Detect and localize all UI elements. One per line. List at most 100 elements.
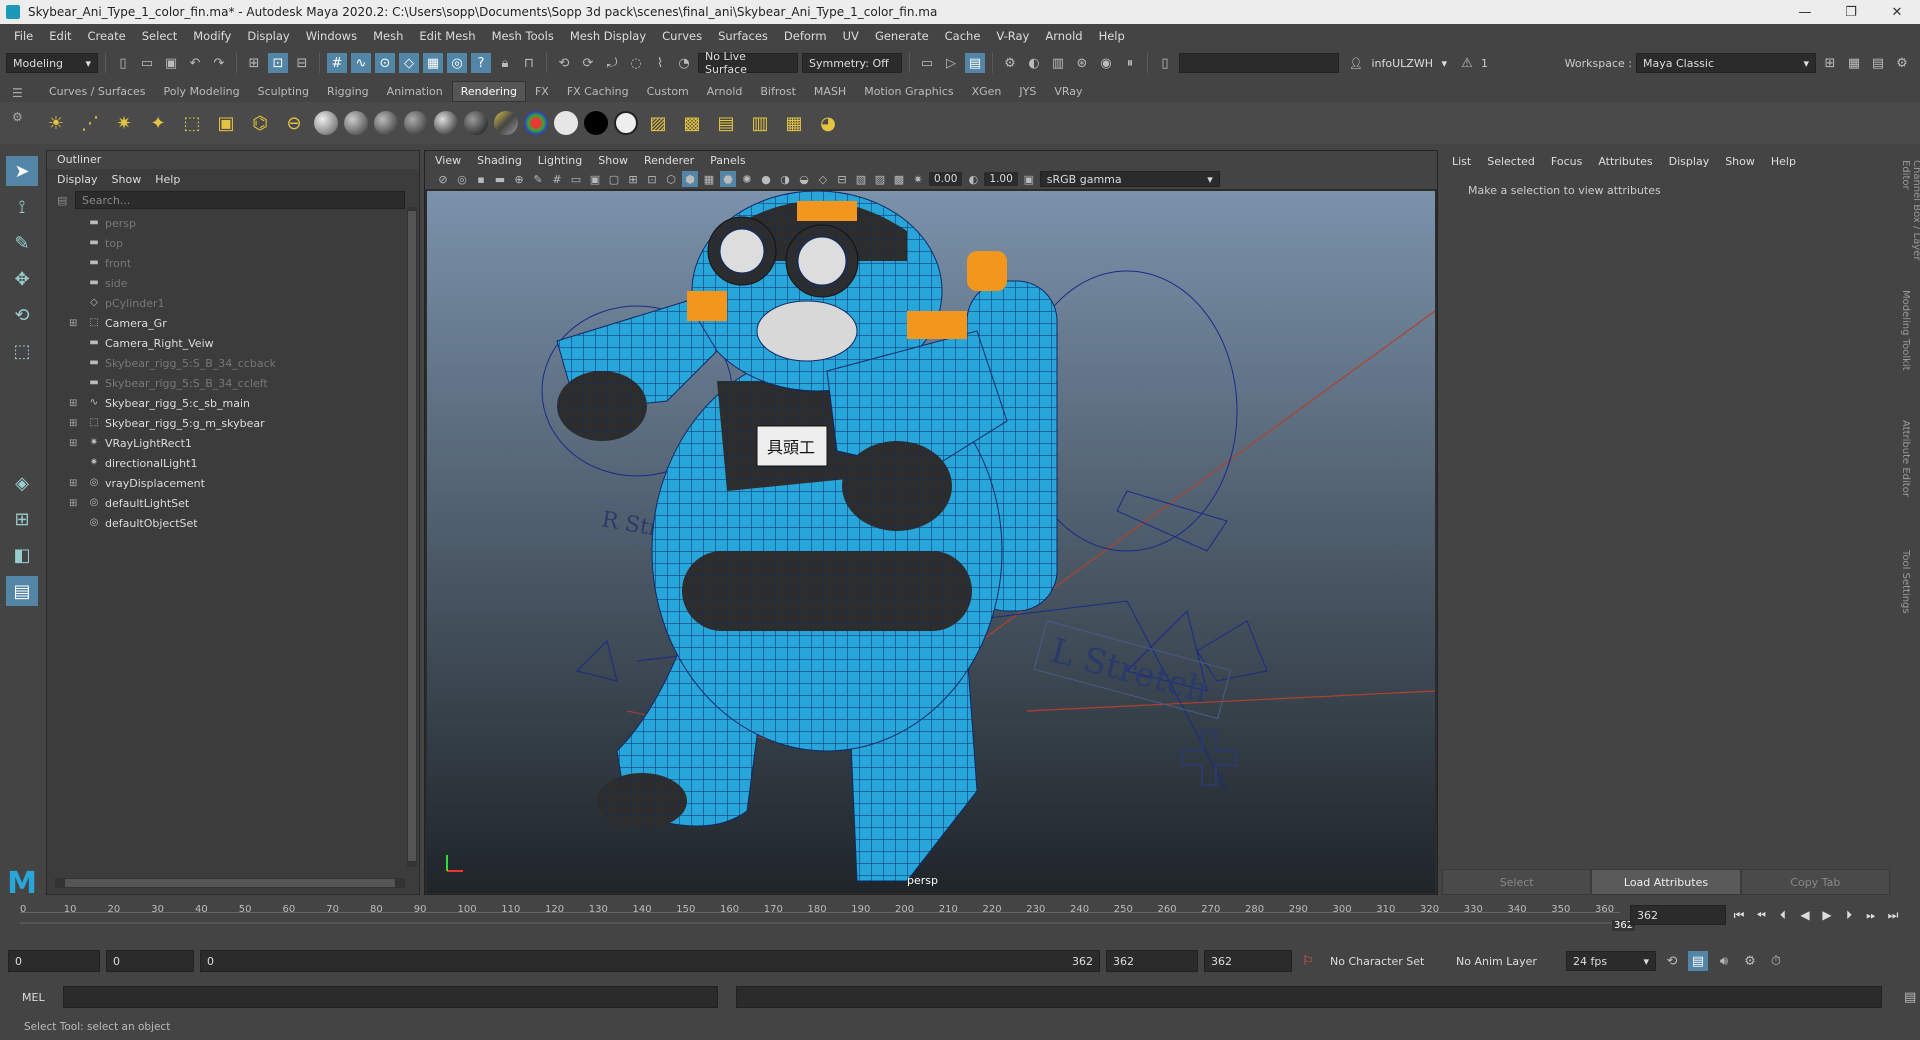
shelf-tab-arnold[interactable]: Arnold xyxy=(698,81,752,102)
layout-icon[interactable]: ⊞ xyxy=(1820,53,1840,73)
quick-search-field[interactable] xyxy=(1179,53,1339,73)
anim-end-field[interactable]: 362 xyxy=(1106,950,1198,972)
render-view-icon[interactable]: ▥ xyxy=(1048,53,1068,73)
select-hierarchy-icon[interactable]: ⊞ xyxy=(244,53,264,73)
shelf-tab-custom[interactable]: Custom xyxy=(638,81,698,102)
scale-tool-icon[interactable]: ⬚ xyxy=(6,336,38,366)
shelf-tab-vray[interactable]: VRay xyxy=(1045,81,1091,102)
blinn-material-icon[interactable] xyxy=(314,111,338,135)
outliner-menu-help[interactable]: Help xyxy=(155,173,180,186)
mel-label[interactable]: MEL xyxy=(22,991,45,1004)
symmetry-dropdown[interactable]: Symmetry: Off xyxy=(802,53,902,73)
motion-blur-icon[interactable]: ◒ xyxy=(796,171,812,187)
history-icon[interactable]: ⟲ xyxy=(554,53,574,73)
anim-prefs-icon[interactable]: ⚙ xyxy=(1740,951,1760,971)
save-scene-icon[interactable]: ▣ xyxy=(161,53,181,73)
step-forward-key-icon[interactable]: ⏩︎ xyxy=(1862,906,1880,924)
lock-icon[interactable]: 🔒︎ xyxy=(495,53,515,73)
outliner-menu-display[interactable]: Display xyxy=(57,173,98,186)
snap-grid-icon[interactable]: # xyxy=(327,53,347,73)
select-component-icon[interactable]: ⊟ xyxy=(292,53,312,73)
paint-select-tool-icon[interactable]: ✎ xyxy=(6,228,38,258)
step-forward-frame-icon[interactable]: ⏵︎ xyxy=(1840,906,1858,924)
attr-menu-selected[interactable]: Selected xyxy=(1487,155,1535,168)
color-management-icon[interactable]: ▣ xyxy=(1021,171,1037,187)
expand-icon[interactable]: ⊞ xyxy=(69,438,83,449)
render-settings-icon[interactable]: ⚙ xyxy=(1000,53,1020,73)
point-light-icon[interactable]: ✷ xyxy=(110,109,138,137)
menu-select[interactable]: Select xyxy=(134,29,185,43)
outliner-item[interactable]: ⊞ ⬚ Skybear_rigg_5:g_m_skybear xyxy=(47,413,419,433)
construction-history-icon[interactable]: ⤾ xyxy=(602,53,622,73)
outliner-item[interactable]: ▬ front xyxy=(47,253,419,273)
menu-arnold[interactable]: Arnold xyxy=(1037,29,1090,43)
expand-icon[interactable]: ⊞ xyxy=(69,498,83,509)
shelf-tab-sculpting[interactable]: Sculpting xyxy=(249,81,318,102)
copy-tab-button[interactable]: Copy Tab xyxy=(1740,869,1890,895)
ambient-occlusion-icon[interactable]: ◑ xyxy=(777,171,793,187)
shelf-tab-curves-surfaces[interactable]: Curves / Surfaces xyxy=(40,81,155,102)
twod-pan-icon[interactable]: ⊕ xyxy=(511,171,527,187)
side-tab-channel-box-layer-editor[interactable]: Channel Box / Layer Editor xyxy=(1900,160,1920,280)
select-tool-icon[interactable]: ➤ xyxy=(6,156,38,186)
anisotropic-material-icon[interactable] xyxy=(434,111,458,135)
mel-input[interactable] xyxy=(62,986,719,1008)
attr-menu-show[interactable]: Show xyxy=(1725,155,1755,168)
end-time-field[interactable]: 362 xyxy=(1204,950,1292,972)
snap-plane-icon[interactable]: ◇ xyxy=(399,53,419,73)
area-light-icon[interactable]: ⬚ xyxy=(178,109,206,137)
four-view-layout-icon[interactable]: ⊞ xyxy=(6,504,38,534)
outliner-item[interactable]: ▬ top xyxy=(47,233,419,253)
play-backward-icon[interactable]: ◀ xyxy=(1796,906,1814,924)
character-set-dropdown[interactable]: No Character Set xyxy=(1324,951,1444,971)
expand-icon[interactable]: ⊞ xyxy=(69,418,83,429)
pause-render-icon[interactable]: ⏸︎ xyxy=(1120,53,1140,73)
outliner-menu-show[interactable]: Show xyxy=(112,173,142,186)
shelf-menu-icon[interactable]: ☰ xyxy=(12,86,30,100)
shelf-tab-fx-caching[interactable]: FX Caching xyxy=(558,81,638,102)
menu-modify[interactable]: Modify xyxy=(185,29,239,43)
menu-create[interactable]: Create xyxy=(80,29,134,43)
bookmark-icon[interactable]: ▪ xyxy=(473,171,489,187)
use-background-icon[interactable] xyxy=(614,111,638,135)
shading-map-icon[interactable] xyxy=(524,111,548,135)
menu-windows[interactable]: Windows xyxy=(298,29,365,43)
menu-cache[interactable]: Cache xyxy=(937,29,989,43)
shelf-tab-bifrost[interactable]: Bifrost xyxy=(751,81,805,102)
start-time-field[interactable]: 0 xyxy=(8,950,100,972)
camera-icon[interactable]: ⌬ xyxy=(246,109,274,137)
render-view-icon[interactable]: ▨ xyxy=(644,109,672,137)
outliner-item[interactable]: ⊞ ◎ defaultLightSet xyxy=(47,493,419,513)
load-attributes-button[interactable]: Load Attributes xyxy=(1591,869,1741,895)
menu-curves[interactable]: Curves xyxy=(654,29,710,43)
user-account[interactable]: 👤︎ infoULZWH ▾ xyxy=(1343,53,1453,73)
panel-layout-icon[interactable]: ▦ xyxy=(1844,53,1864,73)
render-current-icon[interactable]: ▷ xyxy=(941,53,961,73)
time-slider-track[interactable] xyxy=(20,922,1620,924)
scroll-thumb[interactable] xyxy=(408,211,416,861)
lambert-material-icon[interactable] xyxy=(344,111,368,135)
phonge-material-icon[interactable] xyxy=(404,111,428,135)
sound-icon[interactable]: 🔊︎ xyxy=(1714,951,1734,971)
image-plane-icon[interactable]: ▬ xyxy=(492,171,508,187)
shelf-tab-rigging[interactable]: Rigging xyxy=(318,81,378,102)
menu-deform[interactable]: Deform xyxy=(776,29,835,43)
shelf-tab-jys[interactable]: JYS xyxy=(1010,81,1045,102)
scene-view[interactable]: R Stretch L Stretch 具頭工 xyxy=(427,190,1436,893)
lasso-icon[interactable]: ◌ xyxy=(626,53,646,73)
shelf-tab-poly-modeling[interactable]: Poly Modeling xyxy=(155,81,249,102)
grease-pencil-icon[interactable]: ✎ xyxy=(530,171,546,187)
menu-help[interactable]: Help xyxy=(1091,29,1133,43)
outliner-item[interactable]: ▬ persp xyxy=(47,213,419,233)
undo-icon[interactable]: ↶ xyxy=(185,53,205,73)
cache-icon[interactable]: ▤ xyxy=(1688,951,1708,971)
menu-generate[interactable]: Generate xyxy=(867,29,937,43)
outliner-item[interactable]: ▬ Skybear_rigg_5:S_B_34_ccback xyxy=(47,353,419,373)
shadows-icon[interactable]: ● xyxy=(758,171,774,187)
redo-icon[interactable]: ↷ xyxy=(209,53,229,73)
menu-v-ray[interactable]: V-Ray xyxy=(988,29,1037,43)
minimize-button[interactable]: — xyxy=(1782,5,1828,20)
lasso-tool-icon[interactable]: ⟟ xyxy=(6,192,38,222)
outliner-item[interactable]: ✷ directionalLight1 xyxy=(47,453,419,473)
attr-menu-list[interactable]: List xyxy=(1452,155,1471,168)
